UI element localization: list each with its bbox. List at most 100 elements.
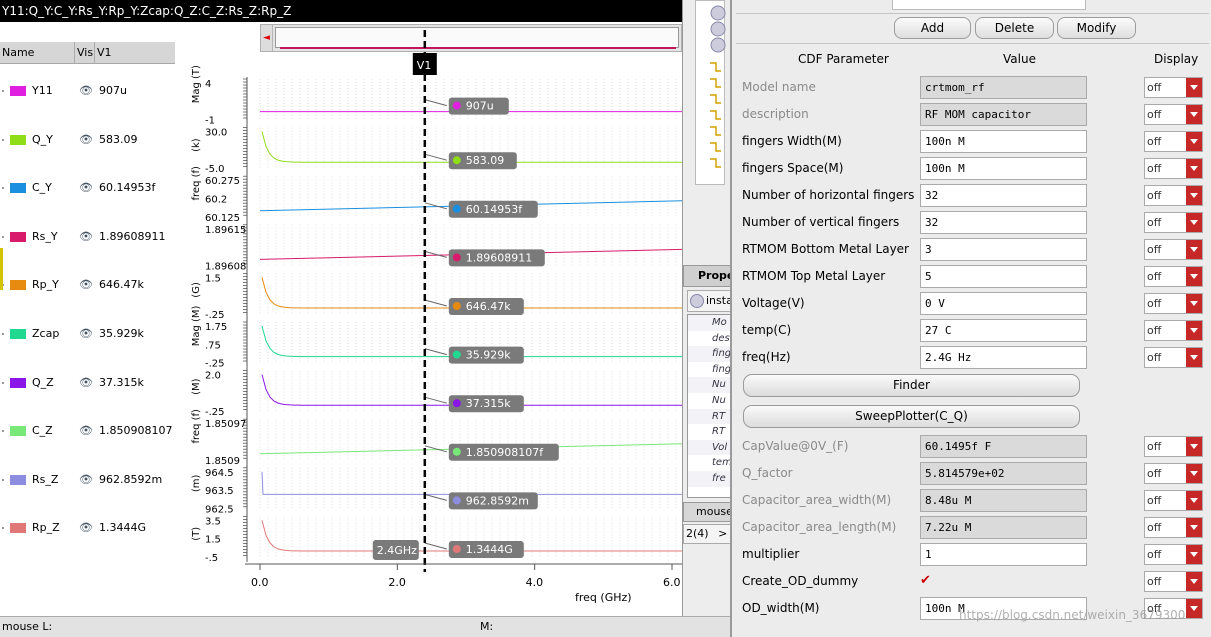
signal-row[interactable]: Rs_Z 👁 962.8592m bbox=[0, 470, 175, 490]
signal-row[interactable]: Rp_Z 👁 1.3444G bbox=[0, 518, 175, 538]
dropdown-arrow-icon[interactable] bbox=[1186, 186, 1202, 205]
signal-row[interactable]: Y11 👁 907u bbox=[0, 81, 175, 101]
instance-selector[interactable]: insta bbox=[687, 290, 731, 312]
display-dropdown[interactable]: off bbox=[1144, 185, 1203, 206]
param-value-field[interactable]: 5 bbox=[920, 265, 1087, 288]
display-dropdown[interactable]: off bbox=[1144, 571, 1203, 592]
display-dropdown[interactable]: off bbox=[1144, 463, 1203, 484]
property-item[interactable]: fing bbox=[688, 362, 730, 378]
dropdown-arrow-icon[interactable] bbox=[1186, 545, 1202, 564]
visibility-eye-icon[interactable]: 👁 bbox=[79, 275, 93, 295]
display-value: off bbox=[1147, 189, 1162, 202]
dropdown-arrow-icon[interactable] bbox=[1186, 599, 1202, 618]
dropdown-arrow-icon[interactable] bbox=[1186, 294, 1202, 313]
mouse-tab[interactable]: mouse bbox=[683, 502, 731, 522]
create-od-dummy-checkbox[interactable]: ✔ bbox=[920, 574, 934, 588]
signal-row[interactable]: Zcap 👁 35.929k bbox=[0, 324, 175, 344]
modify-button[interactable]: Modify bbox=[1057, 17, 1136, 39]
signal-row[interactable]: Rp_Y 👁 646.47k bbox=[0, 275, 175, 295]
dropdown-arrow-icon[interactable] bbox=[1186, 348, 1202, 367]
property-item[interactable]: fing bbox=[688, 346, 730, 362]
signal-row[interactable]: C_Z 👁 1.850908107 bbox=[0, 421, 175, 441]
display-dropdown[interactable]: off bbox=[1144, 212, 1203, 233]
top-field[interactable] bbox=[892, 0, 1086, 10]
dropdown-arrow-icon[interactable] bbox=[1186, 105, 1202, 124]
dropdown-arrow-icon[interactable] bbox=[1186, 267, 1202, 286]
hierarchy-tree[interactable] bbox=[695, 0, 726, 185]
display-dropdown[interactable]: off bbox=[1144, 239, 1203, 260]
param-value-field: 60.1495f F bbox=[920, 435, 1087, 458]
signal-name: C_Z bbox=[32, 424, 53, 438]
property-item[interactable]: tem bbox=[688, 455, 730, 471]
property-item[interactable]: Vol bbox=[688, 439, 730, 456]
header-value[interactable]: V1 bbox=[94, 42, 112, 64]
dropdown-arrow-icon[interactable] bbox=[1186, 491, 1202, 510]
property-list[interactable]: Mo des fing fing Nu Nu RT RT Vol tem fre bbox=[687, 314, 731, 498]
visibility-eye-icon[interactable]: 👁 bbox=[79, 518, 93, 538]
visibility-eye-icon[interactable]: 👁 bbox=[79, 470, 93, 490]
dropdown-arrow-icon[interactable] bbox=[1186, 213, 1202, 232]
property-item[interactable]: fre bbox=[688, 470, 730, 487]
display-dropdown[interactable]: off bbox=[1144, 347, 1203, 368]
display-dropdown[interactable]: off bbox=[1144, 104, 1203, 125]
dropdown-arrow-icon[interactable] bbox=[1186, 240, 1202, 259]
display-dropdown[interactable]: off bbox=[1144, 544, 1203, 565]
signal-row[interactable]: Q_Z 👁 37.315k bbox=[0, 373, 175, 393]
dropdown-arrow-icon[interactable] bbox=[1186, 437, 1202, 456]
param-value-field[interactable]: 32 bbox=[920, 184, 1087, 207]
display-dropdown[interactable]: off bbox=[1144, 320, 1203, 341]
window-title: Y11:Q_Y:C_Y:Rs_Y:Rp_Y:Zcap:Q_Z:C_Z:Rs_Z:… bbox=[0, 0, 682, 22]
header-name[interactable]: Name bbox=[2, 42, 34, 64]
property-item[interactable]: RT bbox=[688, 424, 730, 440]
dropdown-arrow-icon[interactable] bbox=[1186, 572, 1202, 591]
display-dropdown[interactable]: off bbox=[1144, 490, 1203, 511]
dropdown-arrow-icon[interactable] bbox=[1186, 78, 1202, 97]
param-value-field[interactable]: 0 V bbox=[920, 292, 1087, 315]
param-value-field[interactable]: 32 bbox=[920, 211, 1087, 234]
param-value-field[interactable]: 27 C bbox=[920, 319, 1087, 342]
dropdown-arrow-icon[interactable] bbox=[1186, 159, 1202, 178]
param-value-field[interactable]: 100n M bbox=[920, 157, 1087, 180]
sweepplotter-button[interactable]: SweepPlotter(C_Q) bbox=[743, 405, 1080, 428]
visibility-eye-icon[interactable]: 👁 bbox=[79, 81, 93, 101]
display-dropdown[interactable]: off bbox=[1144, 158, 1203, 179]
display-dropdown[interactable]: off bbox=[1144, 517, 1203, 538]
dropdown-arrow-icon[interactable] bbox=[1186, 132, 1202, 151]
display-dropdown[interactable]: off bbox=[1144, 131, 1203, 152]
value-label-text: 37.315k bbox=[466, 397, 511, 410]
display-dropdown[interactable]: off bbox=[1144, 436, 1203, 457]
finder-button[interactable]: Finder bbox=[743, 374, 1080, 397]
property-item[interactable]: des bbox=[688, 331, 730, 347]
signal-row[interactable]: C_Y 👁 60.14953f bbox=[0, 178, 175, 198]
param-value-field[interactable]: 1 bbox=[920, 543, 1087, 566]
display-dropdown[interactable]: off bbox=[1144, 77, 1203, 98]
visibility-eye-icon[interactable]: 👁 bbox=[79, 324, 93, 344]
property-tab[interactable]: Prope bbox=[683, 265, 731, 287]
visibility-eye-icon[interactable]: 👁 bbox=[79, 130, 93, 150]
property-item[interactable]: Nu bbox=[688, 393, 730, 409]
param-value-field[interactable]: 3 bbox=[920, 238, 1087, 261]
visibility-eye-icon[interactable]: 👁 bbox=[79, 373, 93, 393]
dropdown-arrow-icon[interactable] bbox=[1186, 518, 1202, 537]
tick-label: 964.5 bbox=[205, 468, 234, 479]
visibility-eye-icon[interactable]: 👁 bbox=[79, 227, 93, 247]
display-dropdown[interactable]: off bbox=[1144, 266, 1203, 287]
cdf-row: RTMOM Top Metal Layer 5 off bbox=[732, 263, 1211, 290]
signal-row[interactable]: Rs_Y 👁 1.89608911 bbox=[0, 227, 175, 247]
add-button[interactable]: Add bbox=[894, 17, 971, 39]
header-vis[interactable]: Vis bbox=[74, 42, 93, 64]
waveform-plot[interactable]: Mag (T) 4-1907u(k)30.0-5.0583.09freq (f) 6… bbox=[175, 22, 682, 605]
visibility-eye-icon[interactable]: 👁 bbox=[79, 421, 93, 441]
property-item[interactable]: Mo bbox=[688, 315, 730, 331]
display-dropdown[interactable]: off bbox=[1144, 293, 1203, 314]
signal-row[interactable]: Q_Y 👁 583.09 bbox=[0, 130, 175, 150]
dropdown-arrow-icon[interactable] bbox=[1186, 321, 1202, 340]
delete-button[interactable]: Delete bbox=[975, 17, 1054, 39]
dropdown-arrow-icon[interactable] bbox=[1186, 464, 1202, 483]
visibility-eye-icon[interactable]: 👁 bbox=[79, 178, 93, 198]
param-value-field[interactable]: 2.4G Hz bbox=[920, 346, 1087, 369]
property-item[interactable]: RT bbox=[688, 408, 730, 425]
property-item[interactable]: Nu bbox=[688, 377, 730, 393]
param-value-field[interactable]: 100n M bbox=[920, 130, 1087, 153]
page-next-button[interactable]: > bbox=[718, 527, 727, 540]
